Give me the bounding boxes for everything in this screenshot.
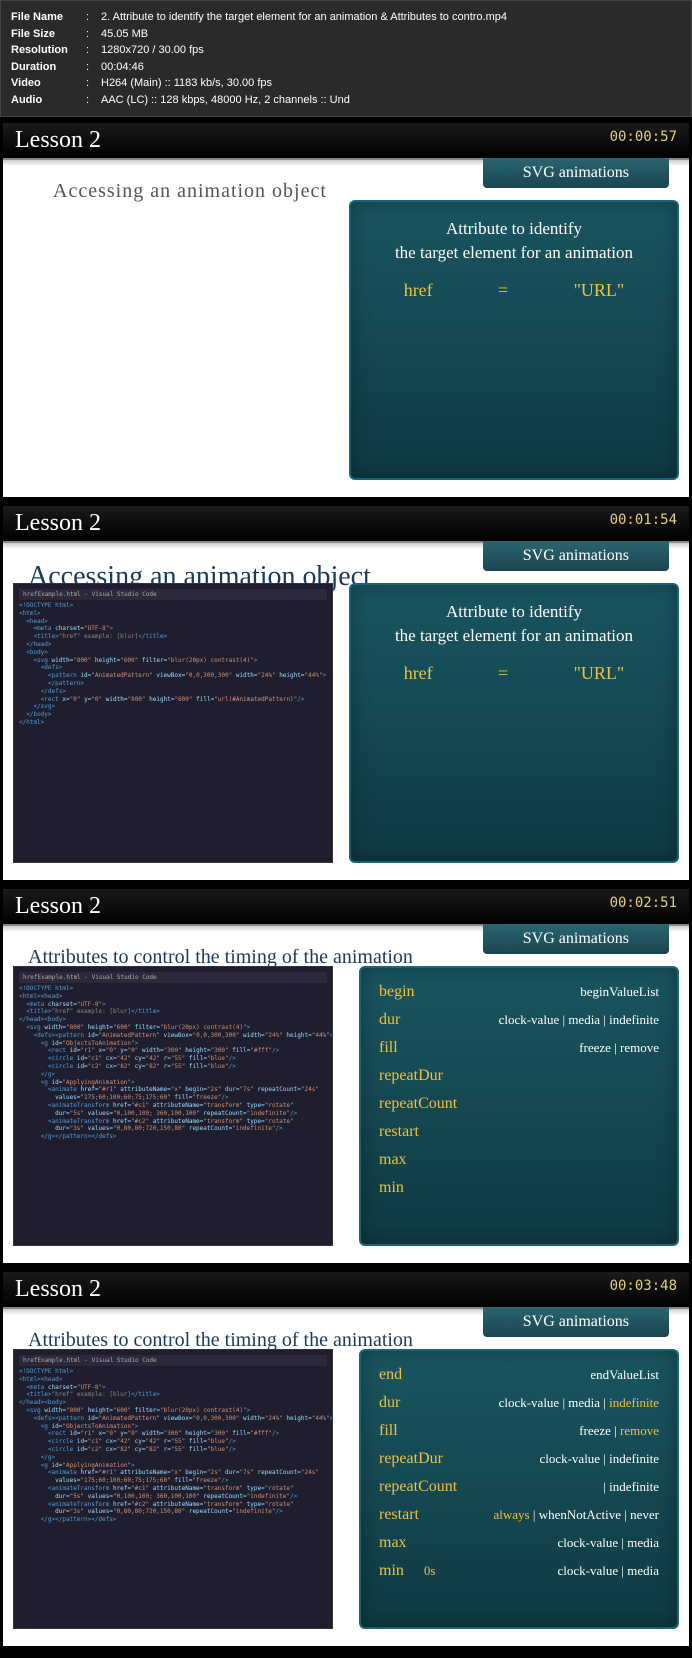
svg-animations-tab: SVG animations xyxy=(483,158,669,188)
slide-2: Lesson 2 00:01:54 SVG animations Accessi… xyxy=(0,503,692,883)
attr-name: end xyxy=(379,1366,402,1384)
attr-name: fill xyxy=(379,1039,398,1057)
value-filesize: 45.05 MB xyxy=(101,26,148,43)
attribute-row: dur clock-value | media | indefinite xyxy=(379,1389,659,1417)
svg-animations-tab: SVG animations xyxy=(483,924,669,954)
timestamp: 00:02:51 xyxy=(610,895,677,911)
attr-name: restart xyxy=(379,1506,419,1524)
attribute-row: fill freeze | remove xyxy=(379,1034,659,1062)
attribute-row: max xyxy=(379,1146,659,1174)
attribute-row: min 0s clock-value | media xyxy=(379,1557,659,1585)
attribute-row: repeatDur xyxy=(379,1062,659,1090)
attribute-row: repeatCount xyxy=(379,1090,659,1118)
file-info-panel: File Name:2. Attribute to identify the t… xyxy=(0,0,692,117)
slide-1: Lesson 2 00:00:57 SVG animations Accessi… xyxy=(0,120,692,500)
value-video: H264 (Main) :: 1183 kb/s, 30.00 fps xyxy=(101,75,272,92)
attr-value: clock-value | media | indefinite xyxy=(499,1012,659,1028)
attr-value: | indefinite xyxy=(603,1479,659,1495)
attr-default: 0s xyxy=(424,1563,436,1579)
value-audio: AAC (LC) :: 128 kbps, 48000 Hz, 2 channe… xyxy=(101,92,350,109)
attribute-row: repeatDur clock-value | indefinite xyxy=(379,1445,659,1473)
lesson-number: Lesson 2 xyxy=(15,127,101,153)
lesson-header: Lesson 2 00:02:51 xyxy=(3,889,689,926)
attr-name: repeatCount xyxy=(379,1095,457,1113)
attr-name: max xyxy=(379,1534,407,1552)
attr-name: dur xyxy=(379,1394,400,1412)
lesson-number: Lesson 2 xyxy=(15,1276,101,1302)
svg-animations-tab: SVG animations xyxy=(483,541,669,571)
timestamp: 00:03:48 xyxy=(610,1278,677,1294)
attribute-row: max clock-value | media xyxy=(379,1529,659,1557)
attr-name: min xyxy=(379,1179,404,1197)
attr-name: min xyxy=(379,1562,404,1580)
attribute-row: begin beginValueList xyxy=(379,978,659,1006)
href-attribute-line: href = "URL" xyxy=(371,280,657,301)
lesson-header: Lesson 2 00:03:48 xyxy=(3,1272,689,1309)
attr-name: repeatDur xyxy=(379,1067,443,1085)
label-filename: File Name xyxy=(11,9,86,26)
attribute-row: restart xyxy=(379,1118,659,1146)
attr-name: repeatCount xyxy=(379,1478,457,1496)
timestamp: 00:01:54 xyxy=(610,512,677,528)
label-filesize: File Size xyxy=(11,26,86,43)
lesson-number: Lesson 2 xyxy=(15,893,101,919)
attr-name: dur xyxy=(379,1011,400,1029)
slide-3: Lesson 2 00:02:51 SVG animations Attribu… xyxy=(0,886,692,1266)
attr-value: clock-value | media xyxy=(558,1563,660,1579)
label-resolution: Resolution xyxy=(11,42,86,59)
attr-value: always | whenNotActive | never xyxy=(494,1507,660,1523)
value-filename: 2. Attribute to identify the target elem… xyxy=(101,9,507,26)
attr-value: clock-value | indefinite xyxy=(539,1451,659,1467)
slide-4: Lesson 2 00:03:48 SVG animations Attribu… xyxy=(0,1269,692,1649)
attr-name: repeatDur xyxy=(379,1450,443,1468)
timestamp: 00:00:57 xyxy=(610,129,677,145)
attribute-row: fill freeze | remove xyxy=(379,1417,659,1445)
code-editor: hrefExample.html - Visual Studio Code <!… xyxy=(13,583,333,863)
attr-value: endValueList xyxy=(590,1367,659,1383)
svg-animations-tab: SVG animations xyxy=(483,1307,669,1337)
panel-header: Attribute to identify the target element… xyxy=(371,217,657,265)
href-attribute-line: href = "URL" xyxy=(371,663,657,684)
lesson-header: Lesson 2 00:01:54 xyxy=(3,506,689,543)
attr-value: clock-value | media xyxy=(558,1535,660,1551)
value-resolution: 1280x720 / 30.00 fps xyxy=(101,42,204,59)
attr-name: restart xyxy=(379,1123,419,1141)
value-duration: 00:04:46 xyxy=(101,59,144,76)
attribute-panel: Attribute to identify the target element… xyxy=(349,583,679,863)
lesson-number: Lesson 2 xyxy=(15,510,101,536)
panel-header: Attribute to identify the target element… xyxy=(371,600,657,648)
attr-value: freeze | remove xyxy=(579,1423,659,1439)
lesson-header: Lesson 2 00:00:57 xyxy=(3,123,689,160)
attribute-row: min xyxy=(379,1174,659,1202)
label-audio: Audio xyxy=(11,92,86,109)
attr-name: fill xyxy=(379,1422,398,1440)
attr-name: begin xyxy=(379,983,415,1001)
attr-value: freeze | remove xyxy=(579,1040,659,1056)
attr-value: clock-value | media | indefinite xyxy=(499,1395,659,1411)
attribute-row: end endValueList xyxy=(379,1361,659,1389)
code-editor: hrefExample.html - Visual Studio Code <!… xyxy=(13,966,333,1246)
attribute-panel: Attribute to identify the target element… xyxy=(349,200,679,480)
attribute-row: restart always | whenNotActive | never xyxy=(379,1501,659,1529)
attribute-row: repeatCount | indefinite xyxy=(379,1473,659,1501)
label-duration: Duration xyxy=(11,59,86,76)
code-editor: hrefExample.html - Visual Studio Code <!… xyxy=(13,1349,333,1629)
attributes-panel: begin beginValueList dur clock-value | medi… xyxy=(359,966,679,1246)
attr-name: max xyxy=(379,1151,407,1169)
label-video: Video xyxy=(11,75,86,92)
attribute-row: dur clock-value | media | indefinite xyxy=(379,1006,659,1034)
attr-value: beginValueList xyxy=(580,984,659,1000)
attributes-panel: end endValueList dur clock-value | media | … xyxy=(359,1349,679,1629)
